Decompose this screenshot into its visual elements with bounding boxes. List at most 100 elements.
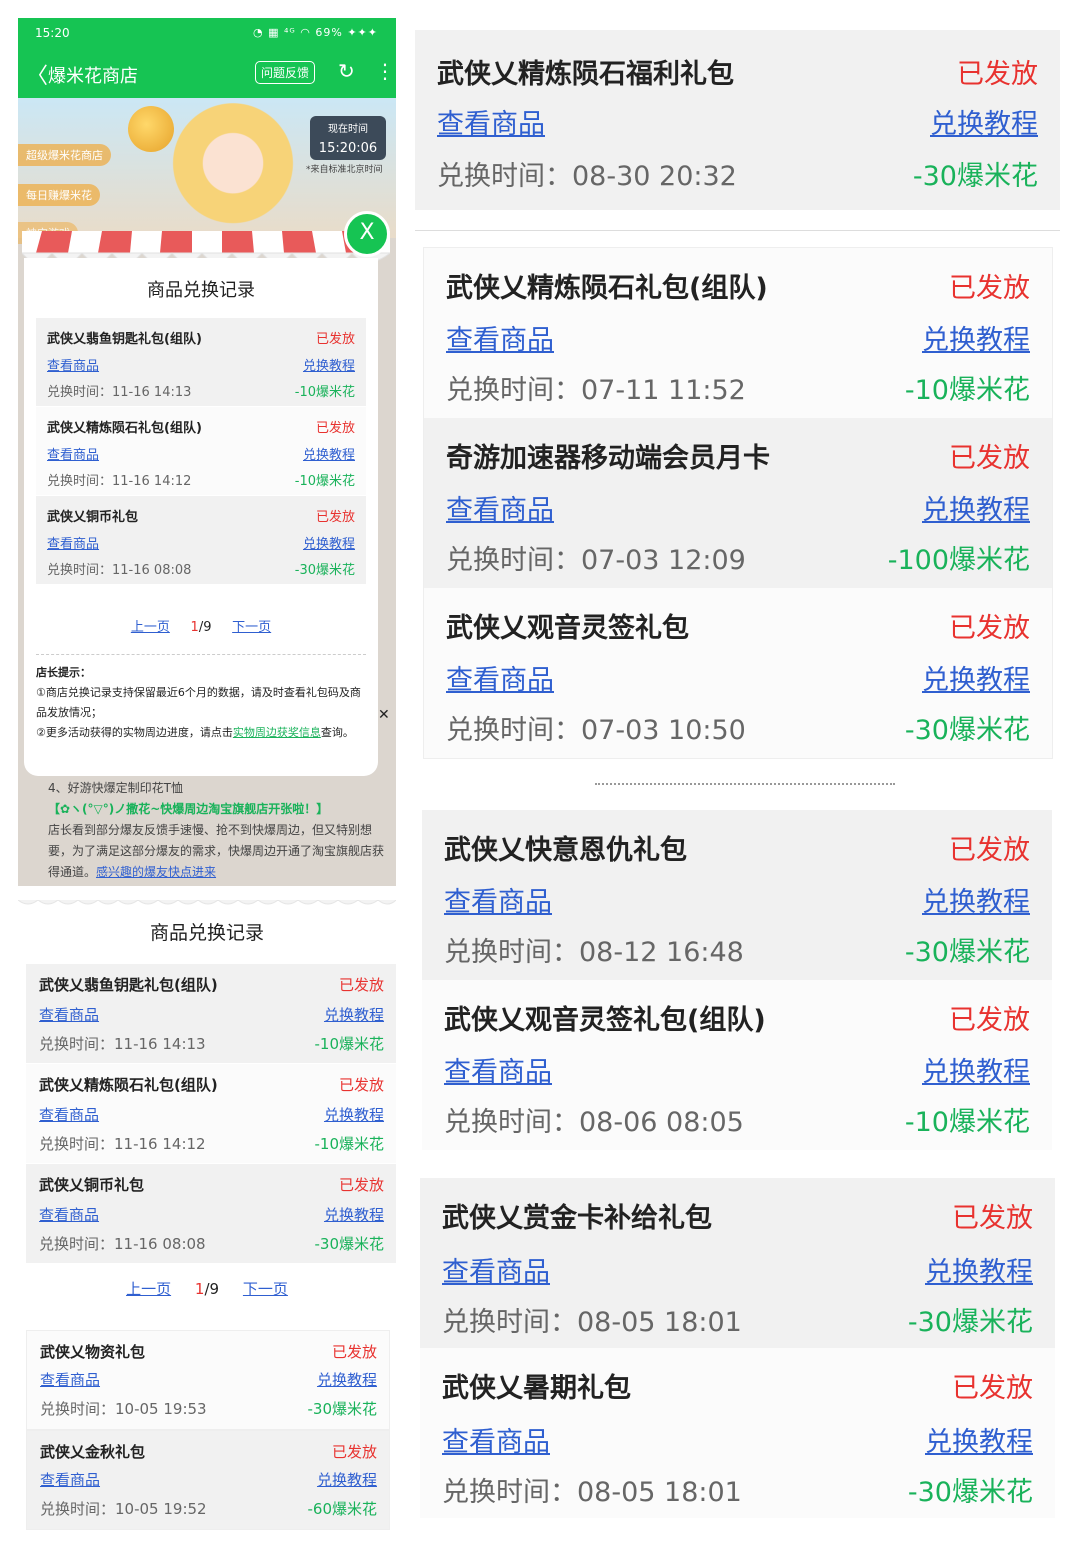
view-item-link[interactable]: 查看商品 xyxy=(446,658,554,697)
item-name: 奇游加速器移动端会员月卡 xyxy=(446,443,770,474)
guide-link[interactable]: 兑换教程 xyxy=(324,1004,384,1025)
guide-link[interactable]: 兑换教程 xyxy=(922,1050,1030,1089)
view-item-link[interactable]: 查看商品 xyxy=(444,1050,552,1089)
time-value: 07-03 12:09 xyxy=(581,545,746,576)
guide-link[interactable]: 兑换教程 xyxy=(922,318,1030,357)
view-item-link[interactable]: 查看商品 xyxy=(47,444,99,463)
tips-line-2: ②更多活动获得的实物周边进度，请点击实物周边获奖信息查询。 xyxy=(36,723,366,743)
item-name: 武侠乂精炼陨石福利礼包 xyxy=(437,59,734,90)
item-cost: -30爆米花 xyxy=(907,1477,1033,1508)
guide-link[interactable]: 兑换教程 xyxy=(925,1250,1033,1289)
item-cost: -10爆米花 xyxy=(314,1135,385,1153)
view-item-link[interactable]: 查看商品 xyxy=(39,1104,99,1125)
prize-info-link[interactable]: 实物周边获奖信息 xyxy=(233,726,321,739)
view-item-link[interactable]: 查看商品 xyxy=(47,533,99,552)
guide-link[interactable]: 兑换教程 xyxy=(930,102,1038,141)
item-time: 兑换时间：07-11 11:52 xyxy=(446,368,746,407)
current-time-box: 现在时间 15:20:06 xyxy=(310,116,386,160)
guide-link[interactable]: 兑换教程 xyxy=(922,488,1030,527)
back-icon[interactable]: 〈 xyxy=(26,58,48,90)
item-time: 兑换时间：11-16 14:13 xyxy=(39,1033,206,1054)
item-time: 兑换时间：08-12 16:48 xyxy=(444,930,744,969)
more-icon[interactable]: ⋮ xyxy=(375,59,395,83)
item-status: 已发放 xyxy=(315,510,355,525)
item-status: 已发放 xyxy=(315,332,355,347)
time-value: 08-30 20:32 xyxy=(572,161,737,192)
time-value: 11-16 14:12 xyxy=(112,474,192,489)
prev-page-link[interactable]: 上一页 xyxy=(126,1280,171,1298)
view-item-link[interactable]: 查看商品 xyxy=(437,102,545,141)
record-item: 武侠乂精炼陨石礼包(组队) 已发放 查看商品 兑换教程 兑换时间：07-11 1… xyxy=(424,248,1052,418)
view-item-link[interactable]: 查看商品 xyxy=(442,1250,550,1289)
item-time: 兑换时间：10-05 19:52 xyxy=(40,1498,207,1519)
item-status: 已发放 xyxy=(957,59,1038,90)
zoomed-record-crop-4: 武侠乂赏金卡补给礼包 已发放 查看商品 兑换教程 兑换时间：08-05 18:0… xyxy=(420,1178,1055,1528)
side-close-icon[interactable]: ✕ xyxy=(378,707,390,723)
view-item-link[interactable]: 查看商品 xyxy=(446,318,554,357)
daily-earn-pill[interactable]: 每日赚爆米花 xyxy=(18,184,100,206)
item-status: 已发放 xyxy=(315,421,355,436)
guide-link[interactable]: 兑换教程 xyxy=(324,1204,384,1225)
time-prefix: 兑换时间： xyxy=(39,1235,115,1253)
store-banner: 超级爆米花商店 每日赚爆米花 神宝游戏 现在时间 15:20:06 *来自标准北… xyxy=(18,98,396,244)
guide-link[interactable]: 兑换教程 xyxy=(303,444,355,463)
tips-line-2-text: ②更多活动获得的实物周边进度，请点击 xyxy=(36,726,233,739)
view-item-link[interactable]: 查看商品 xyxy=(40,1469,100,1490)
item-cost: -30爆米花 xyxy=(907,1307,1033,1338)
phone-screenshot: 15:20 ◔ ▦ ⁴ᴳ ◠ 69% ✦✦✦ 〈 爆米花商店 问题反馈 ↻ ⋮ … xyxy=(18,18,396,886)
view-item-link[interactable]: 查看商品 xyxy=(442,1420,550,1459)
super-store-pill[interactable]: 超级爆米花商店 xyxy=(18,144,111,166)
guide-link[interactable]: 兑换教程 xyxy=(925,1420,1033,1459)
time-value: 08-05 18:01 xyxy=(577,1477,742,1508)
time-value: 11-16 08:08 xyxy=(112,563,192,578)
record-item: 武侠乂观音灵签礼包(组队) 已发放 查看商品 兑换教程 兑换时间：08-06 0… xyxy=(422,980,1052,1150)
guide-link[interactable]: 兑换教程 xyxy=(317,1469,377,1490)
close-modal-button[interactable]: X xyxy=(344,211,390,257)
time-prefix: 兑换时间： xyxy=(39,1035,115,1053)
next-page-link[interactable]: 下一页 xyxy=(232,620,271,635)
item-name: 武侠乂铜币礼包 xyxy=(39,1176,145,1194)
item-cost: -10爆米花 xyxy=(904,375,1030,406)
record-item: 武侠乂精炼陨石礼包(组队) 已发放 查看商品 兑换教程 兑换时间：11-16 1… xyxy=(26,1064,396,1164)
app-bar: 〈 爆米花商店 问题反馈 ↻ ⋮ xyxy=(18,48,396,98)
item-cost: -10爆米花 xyxy=(904,1107,1030,1138)
record-item: 武侠乂赏金卡补给礼包 已发放 查看商品 兑换教程 兑换时间：08-05 18:0… xyxy=(420,1178,1055,1348)
guide-link[interactable]: 兑换教程 xyxy=(922,880,1030,919)
article-link[interactable]: 感兴趣的爆友快点进来 xyxy=(96,865,216,879)
view-item-link[interactable]: 查看商品 xyxy=(47,355,99,374)
item-time: 兑换时间：11-16 08:08 xyxy=(47,559,191,578)
view-item-link[interactable]: 查看商品 xyxy=(444,880,552,919)
time-prefix: 兑换时间： xyxy=(442,1307,577,1338)
record-item: 奇游加速器移动端会员月卡 已发放 查看商品 兑换教程 兑换时间：07-03 12… xyxy=(424,418,1052,588)
status-time: 15:20 xyxy=(35,26,70,40)
time-prefix: 兑换时间： xyxy=(47,474,113,489)
guide-link[interactable]: 兑换教程 xyxy=(922,658,1030,697)
view-item-link[interactable]: 查看商品 xyxy=(40,1369,100,1390)
item-time: 兑换时间：08-05 18:01 xyxy=(442,1470,742,1509)
item-status: 已发放 xyxy=(331,1343,377,1361)
time-value: 10-05 19:52 xyxy=(115,1500,207,1518)
prev-page-link[interactable]: 上一页 xyxy=(131,620,170,635)
refresh-icon[interactable]: ↻ xyxy=(338,59,355,83)
item-status: 已发放 xyxy=(952,1373,1033,1404)
item-name: 武侠乂精炼陨石礼包(组队) xyxy=(47,421,202,436)
current-time-label: 现在时间 xyxy=(328,124,368,135)
guide-link[interactable]: 兑换教程 xyxy=(324,1104,384,1125)
item-cost: -30爆米花 xyxy=(314,1235,385,1253)
next-page-link[interactable]: 下一页 xyxy=(243,1280,288,1298)
guide-link[interactable]: 兑换教程 xyxy=(317,1369,377,1390)
article-line-1: 4、好游快爆定制印花T恤 xyxy=(48,781,183,795)
view-item-link[interactable]: 查看商品 xyxy=(39,1204,99,1225)
guide-link[interactable]: 兑换教程 xyxy=(303,355,355,374)
time-value: 08-06 08:05 xyxy=(579,1107,744,1138)
view-item-link[interactable]: 查看商品 xyxy=(446,488,554,527)
time-value: 08-05 18:01 xyxy=(577,1307,742,1338)
view-item-link[interactable]: 查看商品 xyxy=(39,1004,99,1025)
item-name: 武侠乂翡鱼钥匙礼包(组队) xyxy=(39,976,218,994)
item-cost: -30爆米花 xyxy=(294,563,355,578)
item-time: 兑换时间：08-06 08:05 xyxy=(444,1100,744,1139)
feedback-button[interactable]: 问题反馈 xyxy=(255,61,316,84)
item-name: 武侠乂精炼陨石礼包(组队) xyxy=(39,1076,218,1094)
guide-link[interactable]: 兑换教程 xyxy=(303,533,355,552)
item-cost: -30爆米花 xyxy=(904,715,1030,746)
